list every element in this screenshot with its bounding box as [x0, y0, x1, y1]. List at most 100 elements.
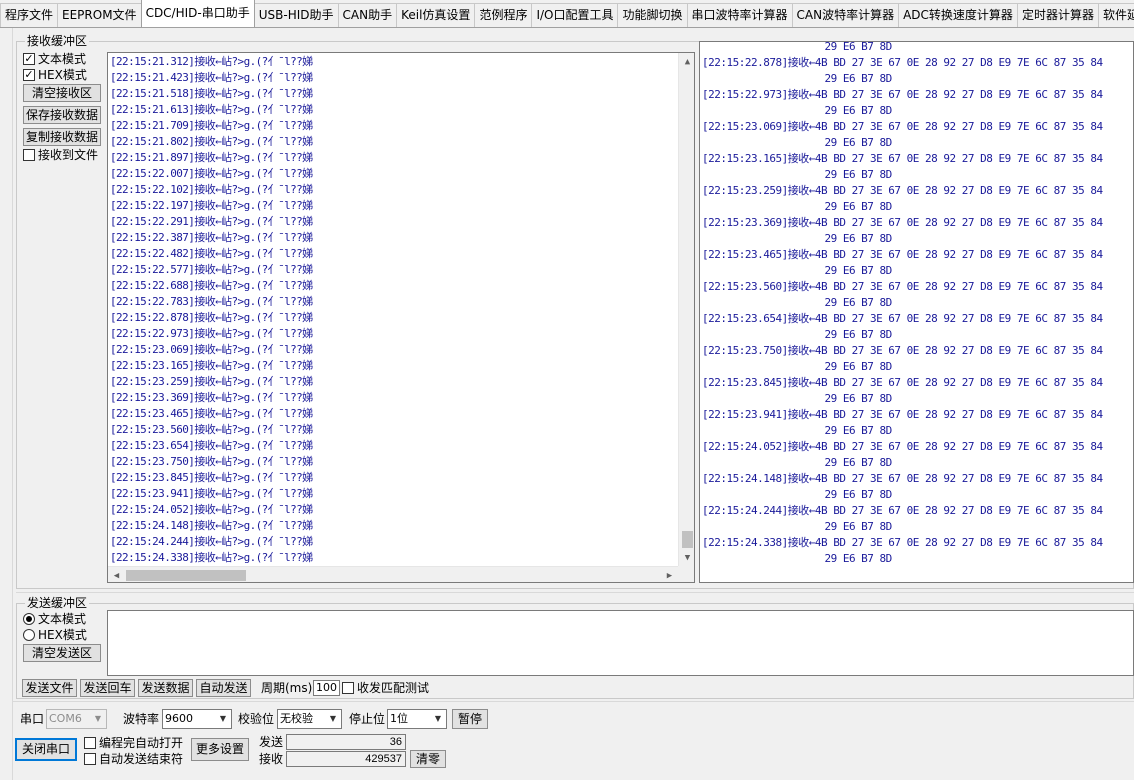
hex-line: [22:15:24.244]接收←4B BD 27 3E 67 0E 28 92… [702, 504, 1103, 517]
more-settings-button[interactable]: 更多设置 [191, 738, 249, 761]
hex-line: 29 E6 B7 8D [702, 200, 892, 213]
log-line: [22:15:23.069]接收←岾?>g.(?亻¯l??娣 [110, 343, 313, 356]
send-text-area[interactable] [107, 610, 1134, 676]
send-file-button[interactable]: 发送文件 [22, 679, 77, 697]
tab-4[interactable]: CAN助手 [337, 3, 398, 27]
tab-0[interactable]: 程序文件 [0, 3, 59, 27]
text-horizontal-scrollbar[interactable]: ◀ ▶ [108, 566, 678, 582]
chevron-down-icon: ▼ [434, 714, 442, 723]
log-line: [22:15:22.783]接收←岾?>g.(?亻¯l??娣 [110, 295, 313, 308]
recv-count-label: 接收 [259, 752, 284, 766]
hex-mode-checkbox[interactable]: ✓ HEX模式 [23, 68, 87, 82]
tab-3[interactable]: USB-HID助手 [253, 3, 339, 27]
tab-5[interactable]: Keil仿真设置 [396, 3, 476, 27]
checkbox-box [84, 753, 96, 765]
hex-line: 29 E6 B7 8D [702, 456, 892, 469]
text-vertical-scrollbar[interactable]: ▲ ▼ [678, 53, 694, 566]
hex-line: 29 E6 B7 8D [702, 41, 892, 53]
hex-line: [22:15:23.369]接收←4B BD 27 3E 67 0E 28 92… [702, 216, 1103, 229]
port-value: COM6 [49, 712, 82, 725]
tab-12[interactable]: 定时器计算器 [1016, 3, 1099, 27]
log-line: [22:15:22.387]接收←岾?>g.(?亻¯l??娣 [110, 231, 313, 244]
pause-button[interactable]: 暂停 [452, 709, 488, 729]
log-line: [22:15:23.165]接收←岾?>g.(?亻¯l??娣 [110, 359, 313, 372]
send-data-button[interactable]: 发送数据 [138, 679, 193, 697]
receive-text-lines: [22:15:21.312]接收←岾?>g.(?亻¯l??娣 [22:15:21.… [108, 54, 683, 566]
receive-hex-area[interactable]: 29 E6 B7 8D [22:15:22.878]接收←4B BD 27 3E … [699, 41, 1134, 583]
hex-line: 29 E6 B7 8D [702, 264, 892, 277]
divider [12, 701, 1134, 702]
hex-line: [22:15:22.878]接收←4B BD 27 3E 67 0E 28 92… [702, 56, 1103, 69]
recv-count-field: 429537 [286, 751, 406, 767]
tab-13[interactable]: 软件延时 [1097, 3, 1134, 27]
text-mode-label: 文本模式 [38, 52, 87, 66]
log-line: [22:15:23.750]接收←岾?>g.(?亻¯l??娣 [110, 455, 313, 468]
tab-11[interactable]: ADC转换速度计算器 [898, 3, 1018, 27]
tab-6[interactable]: 范例程序 [474, 3, 533, 27]
stop-select[interactable]: 1位 ▼ [387, 709, 447, 729]
tab-1[interactable]: EEPROM文件 [57, 3, 142, 27]
send-text-mode-radio[interactable]: 文本模式 [23, 612, 86, 626]
divider [16, 592, 1134, 593]
send-group-title: 发送缓冲区 [25, 596, 90, 610]
log-line: [22:15:23.259]接收←岾?>g.(?亻¯l??娣 [110, 375, 313, 388]
hex-line: 29 E6 B7 8D [702, 72, 892, 85]
h-scroll-thumb[interactable] [126, 570, 246, 581]
tab-2[interactable]: CDC/HID-串口助手 [140, 0, 255, 27]
scroll-right-icon[interactable]: ▶ [661, 567, 678, 582]
baud-value: 9600 [165, 712, 193, 725]
checkbox-box [84, 737, 96, 749]
hex-line: [22:15:24.052]接收←4B BD 27 3E 67 0E 28 92… [702, 440, 1103, 453]
scroll-down-icon[interactable]: ▼ [679, 549, 694, 566]
save-receive-button[interactable]: 保存接收数据 [23, 106, 101, 124]
log-line: [22:15:22.688]接收←岾?>g.(?亻¯l??娣 [110, 279, 313, 292]
copy-receive-button[interactable]: 复制接收数据 [23, 128, 101, 146]
clear-receive-button[interactable]: 清空接收区 [23, 84, 101, 102]
baud-select[interactable]: 9600 ▼ [162, 709, 232, 729]
tab-8[interactable]: 功能脚切换 [617, 3, 688, 27]
receive-text-area[interactable]: [22:15:21.312]接收←岾?>g.(?亻¯l??娣 [22:15:21.… [107, 52, 695, 583]
auto-open-checkbox[interactable]: 编程完自动打开 [84, 736, 183, 750]
parity-select[interactable]: 无校验 ▼ [277, 709, 342, 729]
tab-strip: 程序文件 EEPROM文件 CDC/HID-串口助手 USB-HID助手 CAN助手 Ke… [0, 0, 1134, 28]
log-line: [22:15:22.007]接收←岾?>g.(?亻¯l??娣 [110, 167, 313, 180]
log-line: [22:15:21.709]接收←岾?>g.(?亻¯l??娣 [110, 119, 313, 132]
hex-line: 29 E6 B7 8D [702, 168, 892, 181]
scroll-thumb[interactable] [682, 531, 693, 548]
log-line: [22:15:23.941]接收←岾?>g.(?亻¯l??娣 [110, 487, 313, 500]
clear-count-button[interactable]: 清零 [410, 750, 446, 768]
scroll-up-icon[interactable]: ▲ [679, 53, 694, 70]
receive-to-file-checkbox[interactable]: 接收到文件 [23, 148, 98, 162]
checkbox-box [342, 682, 354, 694]
checkbox-box [23, 149, 35, 161]
match-test-checkbox[interactable]: 收发匹配测试 [342, 681, 429, 695]
tab-7[interactable]: I/O口配置工具 [531, 3, 619, 27]
radio-icon [23, 613, 35, 625]
receive-group-title: 接收缓冲区 [25, 34, 90, 48]
hex-line: 29 E6 B7 8D [702, 392, 892, 405]
log-line: [22:15:22.482]接收←岾?>g.(?亻¯l??娣 [110, 247, 313, 260]
parity-value: 无校验 [280, 712, 313, 725]
text-mode-checkbox[interactable]: ✓ 文本模式 [23, 52, 86, 66]
log-line: [22:15:24.052]接收←岾?>g.(?亻¯l??娣 [110, 503, 313, 516]
radio-icon [23, 629, 35, 641]
port-select[interactable]: COM6 ▼ [46, 709, 107, 729]
period-input[interactable]: 100 [313, 680, 340, 696]
radio-dot-icon [26, 616, 32, 622]
close-port-button[interactable]: 关闭串口 [15, 738, 77, 761]
hex-line: 29 E6 B7 8D [702, 104, 892, 117]
port-label: 串口 [20, 712, 45, 726]
scroll-left-icon[interactable]: ◀ [108, 567, 125, 582]
log-line: [22:15:22.878]接收←岾?>g.(?亻¯l??娣 [110, 311, 313, 324]
hex-line: 29 E6 B7 8D [702, 296, 892, 309]
scroll-corner [678, 566, 694, 582]
clear-send-button[interactable]: 清空发送区 [23, 644, 101, 662]
tab-9[interactable]: 串口波特率计算器 [686, 3, 793, 27]
send-hex-mode-radio[interactable]: HEX模式 [23, 628, 87, 642]
baud-label: 波特率 [123, 712, 160, 726]
hex-line: [22:15:24.148]接收←4B BD 27 3E 67 0E 28 92… [702, 472, 1103, 485]
auto-end-checkbox[interactable]: 自动发送结束符 [84, 752, 183, 766]
auto-send-button[interactable]: 自动发送 [196, 679, 251, 697]
send-enter-button[interactable]: 发送回车 [80, 679, 135, 697]
tab-10[interactable]: CAN波特率计算器 [791, 3, 900, 27]
